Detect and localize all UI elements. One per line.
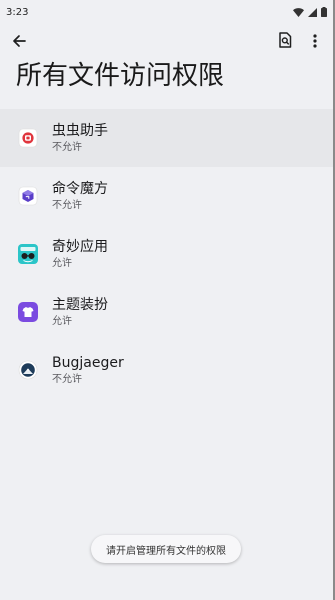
status-time: 3:23 (6, 6, 29, 18)
status-icons (293, 7, 327, 17)
wifi-icon (293, 7, 304, 17)
arrow-left-icon (12, 33, 26, 52)
search-button[interactable] (272, 29, 298, 55)
app-name: Bugjaeger (52, 355, 124, 371)
app-text: 命令魔方 不允许 (52, 180, 108, 213)
app-name: 奇妙应用 (52, 239, 108, 255)
app-permission-status: 允许 (52, 258, 72, 269)
more-vertical-icon (313, 33, 317, 52)
app-permission-status: 允许 (52, 316, 72, 327)
app-text: 奇妙应用 允许 (52, 238, 108, 271)
top-app-bar (0, 26, 335, 58)
bugjaeger-app-icon (17, 359, 39, 381)
chongchong-app-icon (17, 127, 39, 149)
command-cube-app-icon (17, 185, 39, 207)
app-permission-status: 不允许 (52, 374, 82, 385)
app-list-item[interactable]: 主题装扮 允许 (0, 283, 335, 341)
document-search-icon (278, 32, 292, 52)
status-bar: 3:23 (0, 0, 335, 24)
app-list: 虫虫助手 不允许 命令魔方 不允许 奇妙应用 允许 主题装扮 允许 Bugjae… (0, 109, 335, 399)
app-name: 虫虫助手 (52, 123, 108, 139)
qimiao-app-icon (17, 243, 39, 265)
app-name: 命令魔方 (52, 181, 108, 197)
more-options-button[interactable] (302, 29, 328, 55)
app-text: Bugjaeger 不允许 (52, 354, 124, 387)
app-permission-status: 不允许 (52, 142, 82, 153)
battery-icon (321, 7, 327, 17)
app-name: 主题装扮 (52, 297, 108, 313)
signal-icon (308, 7, 317, 17)
app-list-item[interactable]: Bugjaeger 不允许 (0, 341, 335, 399)
toast-message: 请开启管理所有文件的权限 (91, 535, 241, 563)
app-list-item[interactable]: 虫虫助手 不允许 (0, 109, 335, 167)
app-text: 主题装扮 允许 (52, 296, 108, 329)
app-text: 虫虫助手 不允许 (52, 122, 108, 155)
app-list-item[interactable]: 奇妙应用 允许 (0, 225, 335, 283)
theme-app-icon (17, 301, 39, 323)
page-title: 所有文件访问权限 (16, 61, 225, 91)
back-button[interactable] (6, 29, 32, 55)
app-permission-status: 不允许 (52, 200, 82, 211)
app-list-item[interactable]: 命令魔方 不允许 (0, 167, 335, 225)
